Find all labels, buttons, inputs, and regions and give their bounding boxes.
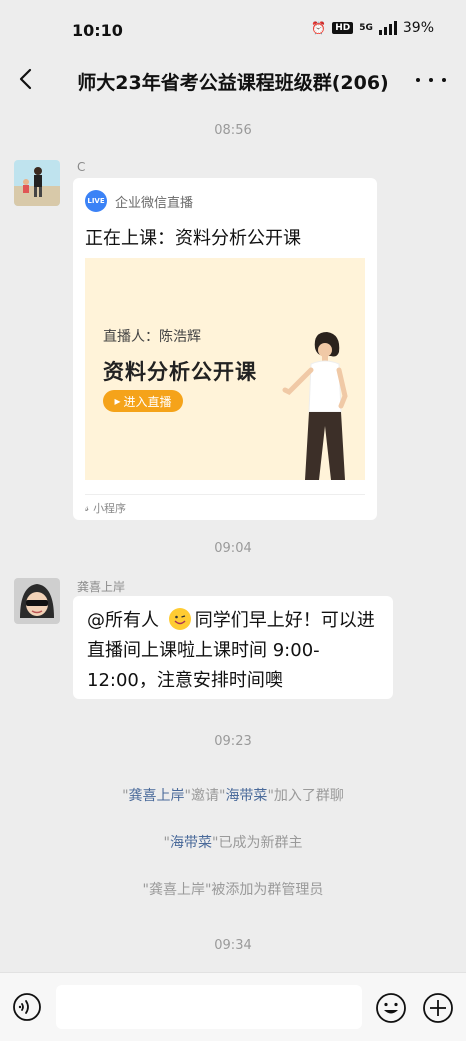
smile-emoji-icon [168,608,191,630]
chat-title: 师大23年省考公益课程班级群(206) [77,72,389,94]
card-footer: 𝓈 小程序 [85,494,365,516]
timestamp: 09:34 [214,938,252,953]
more-dot [416,78,420,82]
timestamp: 09:04 [214,541,252,556]
card-footer-label: 小程序 [93,502,127,515]
enter-live-button[interactable]: ▸ 进入直播 [103,390,183,412]
network-type: 5G [359,23,373,33]
system-message-admin: "龚喜上岸"被添加为群管理员 [142,882,324,898]
smile-icon [376,993,406,1023]
avatar[interactable] [14,160,60,206]
sys-text: "加入了群聊 [267,788,344,804]
card-title: 正在上课：资料分析公开课 [85,228,301,249]
hd-badge: HD [332,22,354,34]
sys-text: "邀请" [184,788,226,804]
message-bubble[interactable]: @所有人 同学们早上好！可以进直播间上课啦上课时间 9:00-12:00，注意安… [73,596,393,699]
card-host: 直播人：陈浩辉 [103,329,201,345]
timestamp: 08:56 [214,123,252,138]
more-actions-button[interactable] [422,992,454,1024]
chat-header: 师大23年省考公益课程班级群(206) [0,60,466,100]
signal-icon [378,21,397,35]
alarm-icon: ⏰ [311,21,327,35]
more-dot [429,78,433,82]
card-source: LIVE 企业微信直播 [85,190,193,212]
voice-button[interactable] [12,992,42,1022]
battery-level: 39% [402,20,434,36]
avatar-image [14,160,60,206]
status-time: 10:10 [72,21,123,40]
avatar-image [14,578,60,624]
more-button[interactable] [416,66,446,94]
card-source-label: 企业微信直播 [115,195,194,211]
avatar[interactable] [14,578,60,624]
voice-icon [13,993,41,1021]
mini-program-icon: 𝓈 [85,501,90,514]
message-text: @所有人 同学们早上好！可以进直播间上课啦上课时间 9:00-12:00，注意安… [87,606,383,696]
more-dot [442,78,446,82]
message-input[interactable] [56,985,362,1029]
status-icons: ⏰ HD 5G 39% [311,20,434,36]
play-icon: ▸ [114,394,121,408]
timestamp: 09:23 [214,734,252,749]
presenter-illustration [282,332,348,480]
card-course-title: 资料分析公开课 [103,360,257,384]
emoji-button[interactable] [375,992,407,1024]
member-link[interactable]: 海带菜 [170,835,212,851]
sender-name: C [77,160,86,174]
mention-text: @所有人 [87,610,159,631]
system-message-invite: "龚喜上岸"邀请"海带菜"加入了群聊 [0,785,466,805]
system-message-owner: "海带菜"已成为新群主 [0,832,466,852]
live-card[interactable]: LIVE 企业微信直播 正在上课：资料分析公开课 直播人：陈浩辉 资料分析公开课… [73,178,377,520]
member-link[interactable]: 龚喜上岸 [129,788,185,804]
card-cover: 直播人：陈浩辉 资料分析公开课 ▸ 进入直播 [85,258,365,480]
input-bar [0,972,466,1041]
sys-text: "已成为新群主 [212,835,303,851]
live-icon: LIVE [85,190,107,212]
plus-circle-icon [423,993,453,1023]
sender-name: 龚喜上岸 [77,580,126,594]
enter-live-label: 进入直播 [123,394,172,409]
member-link[interactable]: 海带菜 [225,788,267,804]
status-bar: 10:10 ⏰ HD 5G 39% [0,0,466,60]
